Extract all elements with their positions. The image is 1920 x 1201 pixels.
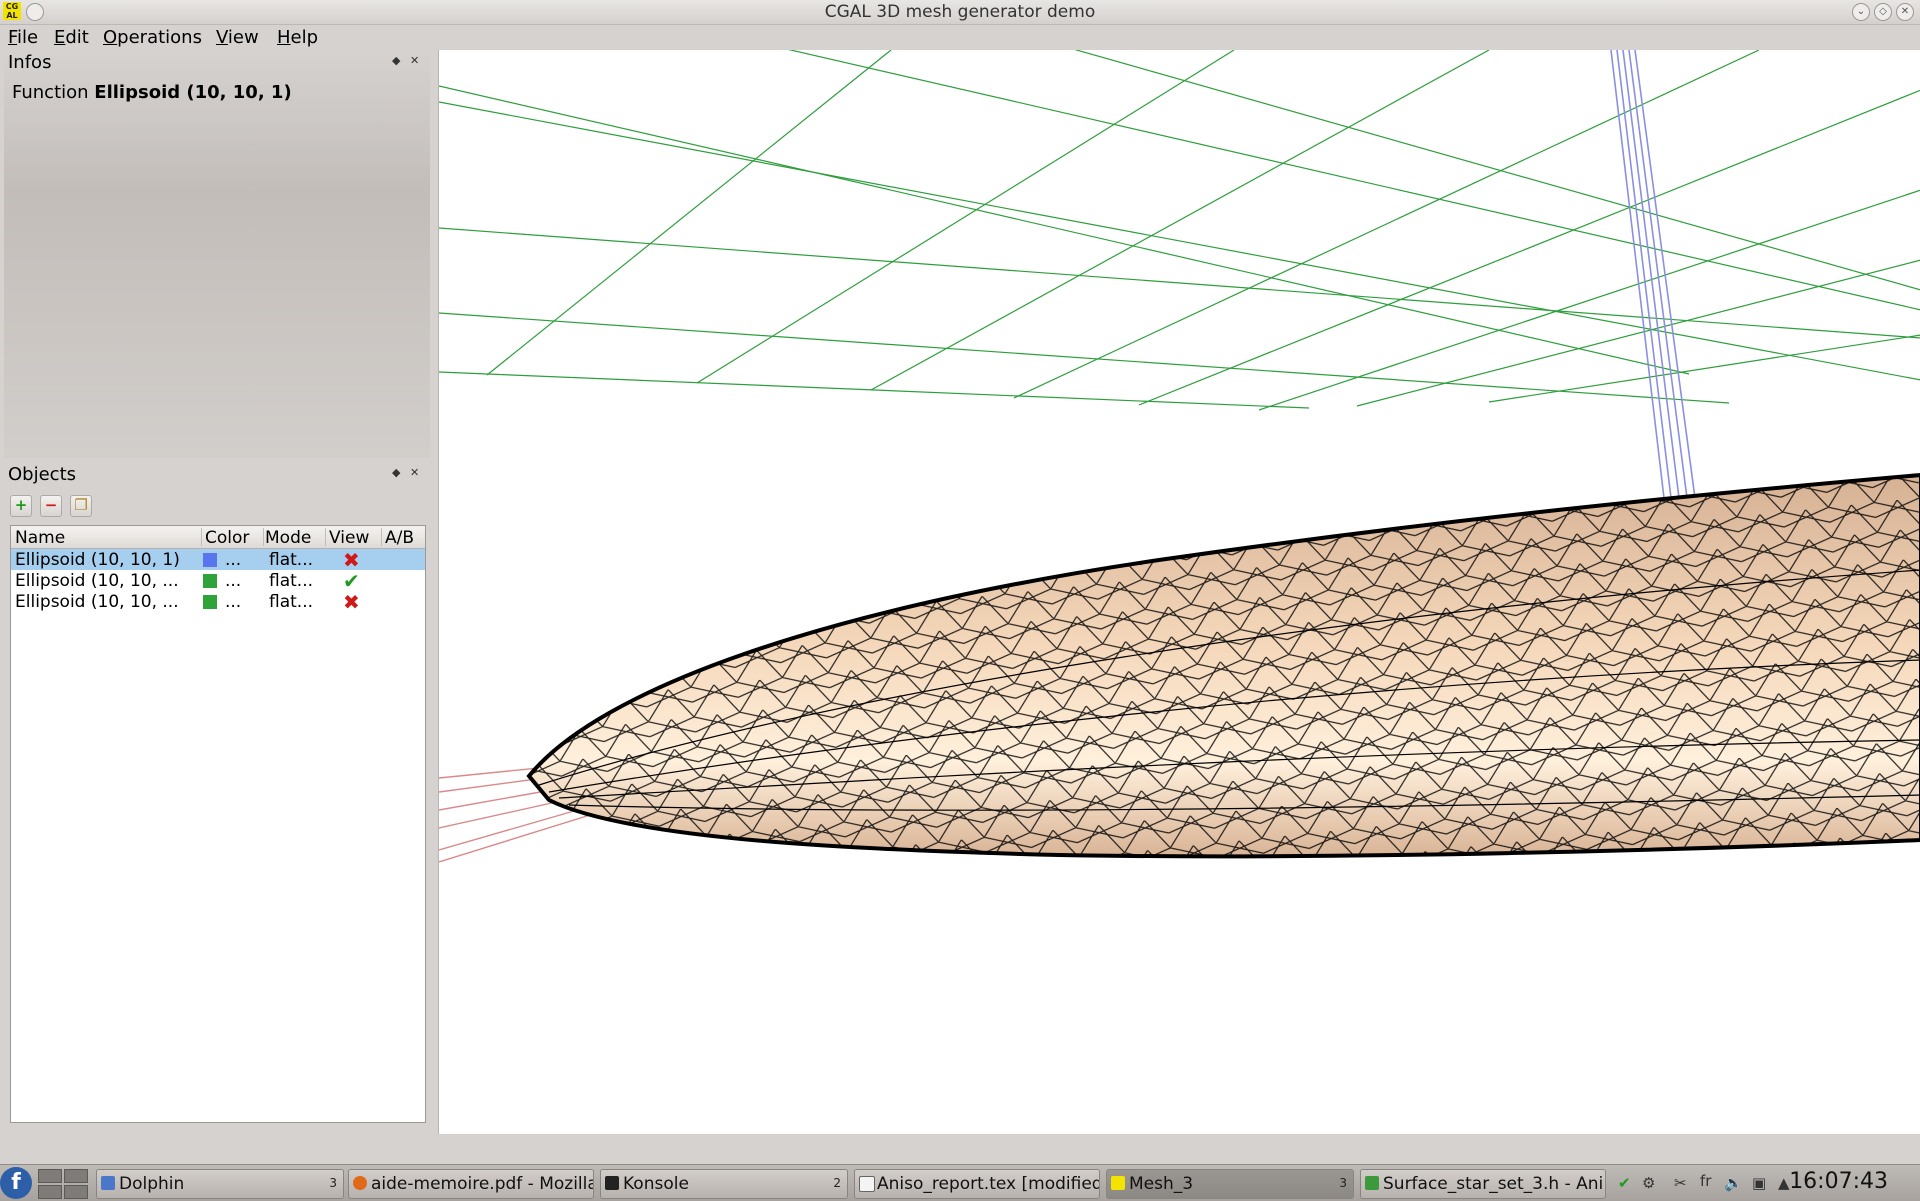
render-mode[interactable]: flat... [269,571,313,591]
dock-close-icon[interactable]: ✕ [410,54,419,67]
task-dolphin[interactable]: Dolphin 3 [96,1169,344,1199]
document-icon [859,1176,875,1192]
column-header-name[interactable]: Name [15,528,65,548]
color-label: ... [225,550,242,570]
task-label: Mesh_3 [1129,1174,1194,1194]
task-label: Dolphin [119,1174,185,1194]
task-label: Aniso_report.tex [modified] [877,1174,1100,1194]
object-name: Ellipsoid (10, 10, ... [15,592,179,612]
infos-dock-title: Infos [8,52,52,73]
dock-float-icon[interactable]: ◆ [392,466,400,479]
folder-icon [101,1176,115,1190]
clipboard-scissors-icon[interactable]: ✂ [1674,1174,1687,1192]
task-mesh3[interactable]: Mesh_3 3 [1106,1169,1354,1199]
volume-icon[interactable]: 🔈 [1724,1174,1743,1192]
menu-file[interactable]: File [8,27,38,48]
column-header-color[interactable]: Color [205,528,249,548]
dock-close-icon[interactable]: ✕ [410,466,419,479]
task-label: Konsole [623,1174,689,1194]
task-firefox[interactable]: aide-memoire.pdf - Mozilla F [348,1169,594,1199]
objects-table-header: Name Color Mode View A/B [11,526,425,549]
function-label: Function [12,82,89,103]
render-mode[interactable]: flat... [269,550,313,570]
function-name: Ellipsoid (10, 10, 1) [94,82,292,103]
desktop-pager-1[interactable] [38,1169,62,1183]
window-title: CGAL 3D mesh generator demo [824,2,1096,22]
keyboard-layout[interactable]: fr [1700,1172,1711,1190]
fedora-launcher-icon[interactable]: f [0,1167,32,1199]
column-separator [325,528,326,546]
task-count: 3 [329,1176,337,1190]
object-name: Ellipsoid (10, 10, ... [15,571,179,591]
column-header-view[interactable]: View [329,528,369,548]
color-swatch[interactable] [203,595,217,609]
function-info: Function Ellipsoid (10, 10, 1) [12,82,292,103]
render-mode[interactable]: flat... [269,592,313,612]
task-surface-star-set[interactable]: Surface_star_set_3.h - Ani [1360,1169,1606,1199]
color-label: ... [225,571,242,591]
dock-float-icon[interactable]: ◆ [392,54,400,67]
firefox-icon [353,1176,367,1190]
grid-plane [439,50,1920,411]
terminal-icon [605,1176,619,1190]
remove-object-icon[interactable]: − [40,495,62,517]
maximize-icon[interactable]: ◇ [1874,3,1892,21]
column-separator [201,528,202,546]
scene-canvas [439,50,1920,863]
close-window-icon[interactable]: ✕ [1896,3,1914,21]
network-icon[interactable]: ▣ [1752,1174,1766,1192]
color-swatch[interactable] [203,553,217,567]
duplicate-object-icon[interactable]: ❐ [70,495,92,517]
menu-operations[interactable]: Operations [103,27,202,48]
color-swatch[interactable] [203,574,217,588]
objects-dock-title: Objects [8,464,77,485]
task-aniso-report[interactable]: Aniso_report.tex [modified] [854,1169,1100,1199]
objects-dock: Objects ◆ ✕ + − ❐ Name Color Mode View A… [4,462,430,1132]
cgal-icon [1111,1176,1125,1190]
clock: 16:07:43 [1789,1169,1888,1194]
column-header-mode[interactable]: Mode [265,528,311,548]
column-separator [381,528,382,546]
task-count: 2 [833,1176,841,1190]
minimize-icon[interactable]: ⌄ [1852,3,1870,21]
task-label: aide-memoire.pdf - Mozilla F [371,1174,594,1194]
menu-help[interactable]: Help [277,27,318,48]
objects-table: Name Color Mode View A/B Ellipsoid (10, … [10,525,426,1123]
task-konsole[interactable]: Konsole 2 [600,1169,848,1199]
desktop-pager-4[interactable] [64,1185,88,1199]
taskbar: f Dolphin 3 aide-memoire.pdf - Mozilla F… [0,1164,1920,1201]
task-count: 3 [1339,1176,1347,1190]
title-bar: CG AL CGAL 3D mesh generator demo ⌄ ◇ ✕ [0,0,1920,25]
column-header-ab[interactable]: A/B [385,528,414,548]
object-name: Ellipsoid (10, 10, 1) [15,550,180,570]
column-separator [263,528,264,546]
ellipsoid-mesh [526,473,1920,859]
table-row[interactable]: Ellipsoid (10, 10, 1) ... flat... ✖ [11,548,425,572]
update-check-icon[interactable]: ✔ [1618,1174,1631,1192]
settings-gear-icon[interactable]: ⚙ [1642,1174,1655,1192]
table-row[interactable]: Ellipsoid (10, 10, ... ... flat... ✔ [11,569,425,593]
editor-icon [1365,1176,1379,1190]
task-label: Surface_star_set_3.h - Ani [1383,1174,1604,1194]
desktop-pager-3[interactable] [38,1185,62,1199]
menu-edit[interactable]: Edit [54,27,89,48]
color-label: ... [225,592,242,612]
desktop-pager-2[interactable] [64,1169,88,1183]
table-row[interactable]: Ellipsoid (10, 10, ... ... flat... ✖ [11,590,425,614]
add-object-icon[interactable]: + [10,495,32,517]
hidden-x-icon[interactable]: ✖ [343,590,360,614]
tray-expand-icon[interactable]: ▲ [1778,1174,1790,1192]
3d-viewport[interactable] [438,50,1920,1134]
status-bar [0,1134,1920,1164]
menu-view[interactable]: View [216,27,259,48]
blue-axis [1610,50,1696,499]
menu-bar: File Edit Operations View Help [0,24,1920,50]
infos-dock: Infos ◆ ✕ Function Ellipsoid (10, 10, 1) [4,50,430,458]
